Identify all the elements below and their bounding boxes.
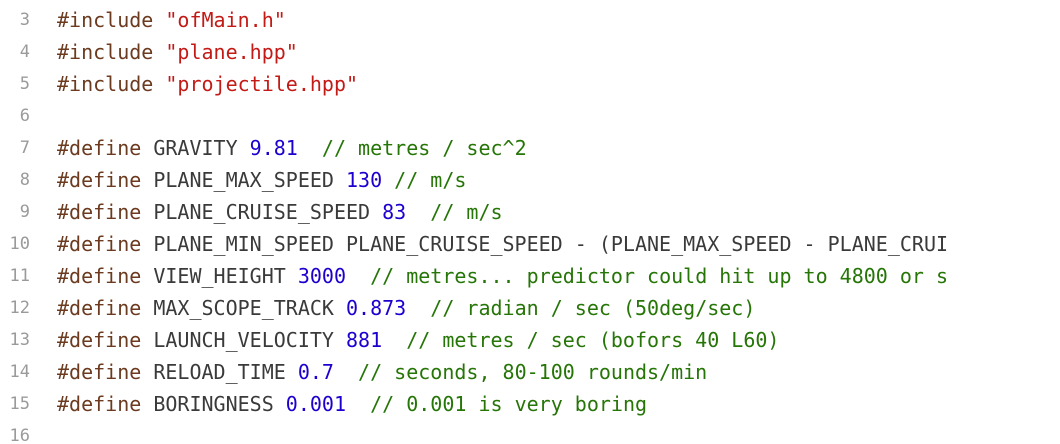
line-number: 11 [9,266,30,286]
code-token-string: "projectile.hpp" [165,72,359,96]
code-line[interactable]: 12 #define MAX_SCOPE_TRACK 0.873 // radia… [0,292,1060,324]
code-token-directive: #define [57,232,154,256]
line-number: 12 [9,298,30,318]
code-token-plain: VIEW_HEIGHT [153,264,298,288]
code-token-number: 83 [382,200,407,224]
code-token-comment: // metres... predictor could hit up to 4… [346,264,949,288]
code-token-directive: #include [57,8,166,32]
code-token-directive: #include [57,40,166,64]
line-number: 10 [9,234,30,254]
code-token-comment: // metres / sec^2 [297,136,527,160]
code-token-plain: PLANE_MIN_SPEED PLANE_CRUISE_SPEED - (PL… [153,232,949,256]
code-token-number: 0.001 [285,392,346,416]
code-line[interactable]: 11 #define VIEW_HEIGHT 3000 // metres... … [0,260,1060,292]
line-number: 13 [9,330,30,350]
code-text[interactable]: #define MAX_SCOPE_TRACK 0.873 // radian … [30,296,755,320]
line-number: 8 [19,170,30,190]
code-line[interactable]: 10 #define PLANE_MIN_SPEED PLANE_CRUISE_S… [0,228,1060,260]
code-token-plain: RELOAD_TIME [153,360,298,384]
line-number: 7 [19,138,30,158]
code-token-comment: // seconds, 80-100 rounds/min [333,360,708,384]
code-line[interactable]: 7 #define GRAVITY 9.81 // metres / sec^2 [0,132,1060,164]
code-token-number: 9.81 [249,136,298,160]
code-text[interactable]: #define BORINGNESS 0.001 // 0.001 is ver… [30,392,647,416]
code-token-plain: PLANE_CRUISE_SPEED [153,200,383,224]
code-line[interactable]: 13 #define LAUNCH_VELOCITY 881 // metres … [0,324,1060,356]
code-text[interactable]: #define VIEW_HEIGHT 3000 // metres... pr… [30,264,948,288]
code-token-plain: GRAVITY [153,136,250,160]
code-token-directive: #define [57,296,154,320]
code-editor[interactable]: 3 #include "ofMain.h" 4 #include "plane.hpp… [0,0,1060,444]
line-number: 15 [9,394,30,414]
line-number: 14 [9,362,30,382]
code-token-plain: LAUNCH_VELOCITY [153,328,346,352]
code-token-comment: // m/s [382,168,467,192]
code-token-directive: #include [57,72,166,96]
code-token-plain: PLANE_MAX_SPEED [153,168,346,192]
code-token-directive: #define [57,392,154,416]
code-line[interactable]: 5 #include "projectile.hpp" [0,68,1060,100]
code-token-directive: #define [57,360,154,384]
line-number: 6 [19,106,30,126]
code-token-directive: #define [57,200,154,224]
code-token-comment: // metres / sec (bofors 40 L60) [382,328,780,352]
code-line[interactable]: 9 #define PLANE_CRUISE_SPEED 83 // m/s [0,196,1060,228]
code-line[interactable]: 16 [0,420,1060,444]
code-token-plain: BORINGNESS [153,392,286,416]
code-text[interactable]: #define LAUNCH_VELOCITY 881 // metres / … [30,328,779,352]
code-line[interactable]: 6 [0,100,1060,132]
code-token-directive: #define [57,328,154,352]
code-text[interactable]: #define RELOAD_TIME 0.7 // seconds, 80-1… [30,360,707,384]
code-token-plain: MAX_SCOPE_TRACK [153,296,346,320]
code-token-directive: #define [57,168,154,192]
code-line[interactable]: 14 #define RELOAD_TIME 0.7 // seconds, 80… [0,356,1060,388]
code-text[interactable]: #define PLANE_CRUISE_SPEED 83 // m/s [30,200,503,224]
code-line[interactable]: 15 #define BORINGNESS 0.001 // 0.001 is v… [0,388,1060,420]
code-token-string: "plane.hpp" [165,40,298,64]
code-token-number: 0.7 [297,360,334,384]
code-text[interactable]: #define GRAVITY 9.81 // metres / sec^2 [30,136,527,160]
line-number: 3 [19,10,30,30]
code-token-directive: #define [57,264,154,288]
code-line[interactable]: 3 #include "ofMain.h" [0,4,1060,36]
line-number: 9 [19,202,30,222]
code-text[interactable]: #define PLANE_MAX_SPEED 130 // m/s [30,168,466,192]
code-token-comment: // m/s [406,200,503,224]
code-token-number: 881 [345,328,383,352]
code-line[interactable]: 8 #define PLANE_MAX_SPEED 130 // m/s [0,164,1060,196]
line-number: 4 [19,42,30,62]
code-token-number: 0.873 [345,296,407,320]
line-number: 5 [19,74,30,94]
code-token-number: 3000 [297,264,346,288]
code-text[interactable]: #include "projectile.hpp" [30,72,358,96]
code-token-comment: // 0.001 is very boring [346,392,648,416]
code-text[interactable]: #include "plane.hpp" [30,40,298,64]
code-token-comment: // radian / sec (50deg/sec) [406,296,756,320]
code-token-number: 130 [345,168,383,192]
line-number: 16 [9,426,30,444]
code-text[interactable]: #define PLANE_MIN_SPEED PLANE_CRUISE_SPE… [30,232,948,256]
code-text[interactable]: #include "ofMain.h" [30,8,286,32]
code-line[interactable]: 4 #include "plane.hpp" [0,36,1060,68]
code-token-string: "ofMain.h" [165,8,286,32]
code-token-directive: #define [57,136,154,160]
